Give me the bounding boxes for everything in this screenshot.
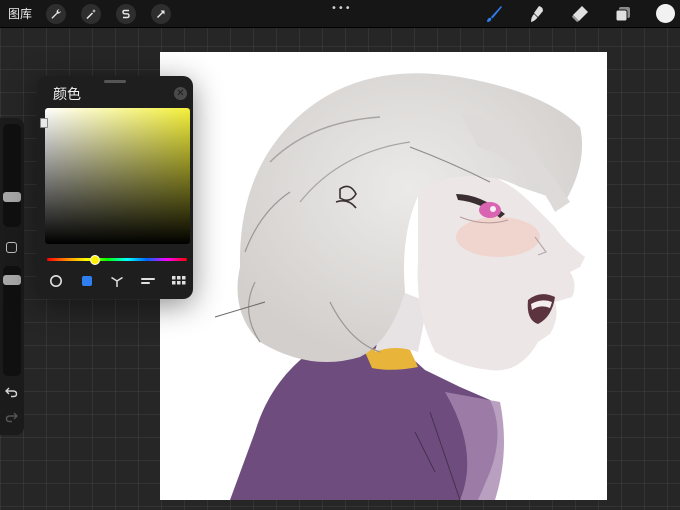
- brush-tool-button[interactable]: [483, 3, 505, 25]
- drawing-canvas[interactable]: [160, 52, 607, 500]
- palettes-mode-icon: [172, 276, 186, 285]
- hue-slider-knob[interactable]: [90, 255, 100, 265]
- palettes-mode-tab[interactable]: [170, 273, 188, 289]
- redo-icon: [5, 412, 18, 423]
- selection-button[interactable]: [116, 4, 136, 24]
- wrench-icon: [51, 9, 61, 19]
- saturation-brightness-square[interactable]: [45, 108, 190, 244]
- actions-wrench-button[interactable]: [46, 4, 66, 24]
- eraser-icon: [572, 6, 588, 22]
- hue-slider[interactable]: [47, 258, 187, 261]
- top-toolbar: 图库 •••: [0, 0, 680, 27]
- color-panel: 颜色 ✕: [37, 76, 193, 299]
- transform-arrow-icon: [157, 10, 165, 18]
- classic-mode-tab[interactable]: [78, 273, 96, 289]
- modify-button[interactable]: [6, 242, 17, 253]
- classic-mode-icon: [82, 276, 92, 286]
- disc-mode-tab[interactable]: [47, 273, 65, 289]
- layers-button[interactable]: [612, 3, 634, 25]
- panel-grabber[interactable]: [104, 80, 126, 83]
- redo-button[interactable]: [5, 411, 18, 426]
- selection-s-icon: [122, 9, 130, 19]
- left-sidebar: [0, 118, 24, 435]
- adjustments-button[interactable]: [81, 4, 101, 24]
- brush-icon: [487, 6, 502, 22]
- brush-size-slider[interactable]: [3, 124, 21, 227]
- magic-wand-icon: [86, 9, 96, 20]
- smudge-icon: [531, 6, 543, 22]
- panel-title: 颜色: [53, 87, 81, 103]
- color-picker-cursor[interactable]: [40, 118, 48, 128]
- close-icon: ✕: [176, 88, 185, 99]
- undo-button[interactable]: [5, 386, 18, 401]
- undo-icon: [5, 387, 18, 398]
- harmony-mode-tab[interactable]: [108, 273, 126, 289]
- gallery-button[interactable]: 图库: [8, 5, 32, 22]
- value-mode-icon: [141, 278, 155, 284]
- current-color-swatch[interactable]: [656, 4, 675, 23]
- opacity-handle[interactable]: [3, 275, 21, 285]
- smudge-tool-button[interactable]: [526, 3, 548, 25]
- layers-icon: [615, 7, 630, 22]
- brush-size-handle[interactable]: [3, 192, 21, 202]
- panel-close-button[interactable]: ✕: [174, 87, 187, 100]
- eraser-tool-button[interactable]: [569, 3, 591, 25]
- disc-mode-icon: [50, 275, 62, 287]
- transform-button[interactable]: [151, 4, 171, 24]
- more-options-handle[interactable]: •••: [331, 3, 352, 14]
- artwork-illustration: [214, 73, 585, 500]
- value-mode-tab[interactable]: [139, 273, 157, 289]
- harmony-mode-icon: [111, 276, 123, 287]
